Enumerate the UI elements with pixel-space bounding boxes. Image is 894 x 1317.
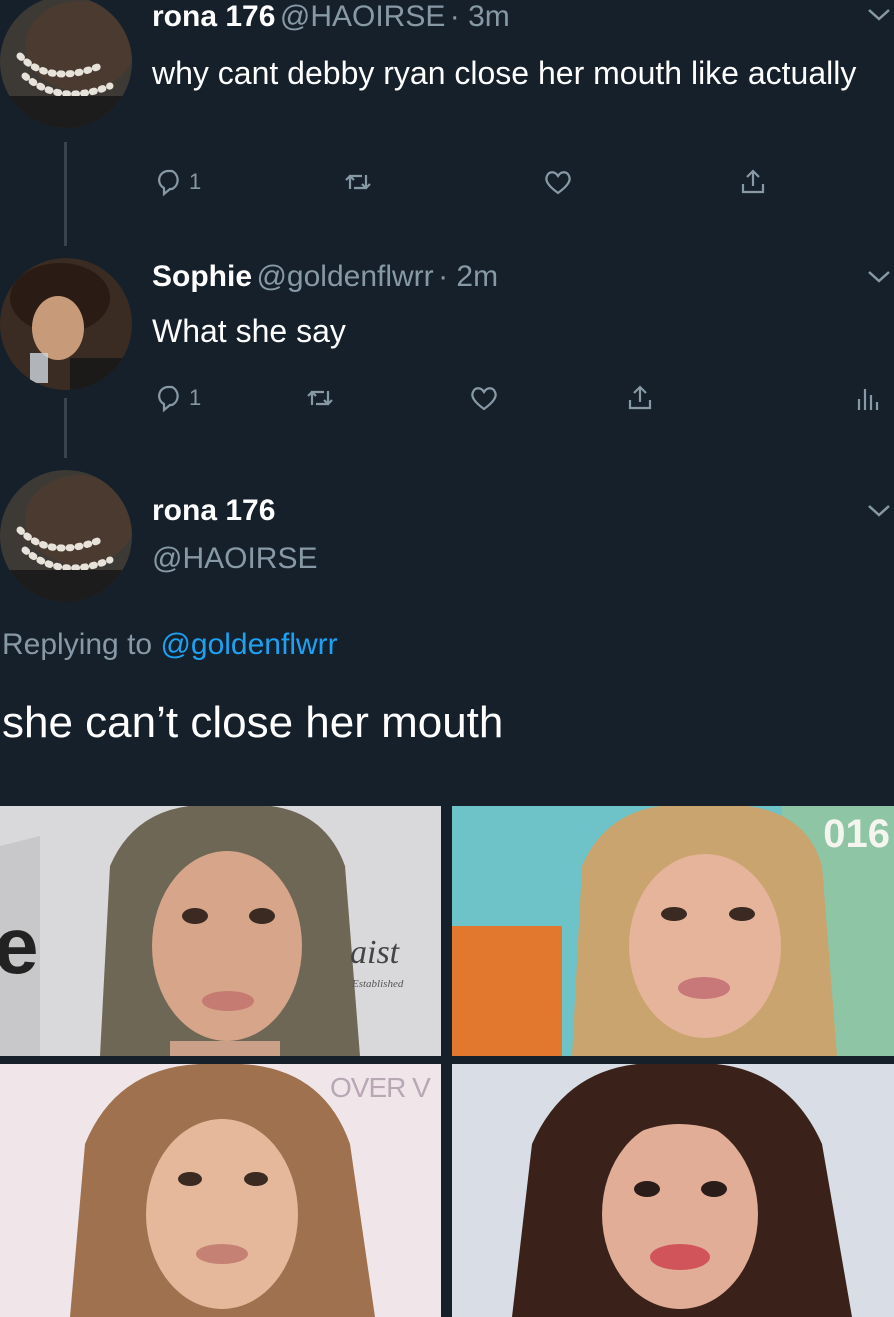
like-button[interactable] xyxy=(469,383,499,413)
thread-line xyxy=(64,142,67,246)
share-button[interactable] xyxy=(738,167,768,197)
chevron-down-icon[interactable] xyxy=(866,266,892,286)
replying-handle-link[interactable]: @goldenflwrr xyxy=(160,628,337,661)
photo-year-text: 016 xyxy=(823,812,890,856)
like-icon xyxy=(545,171,571,195)
reply-button[interactable]: 1 xyxy=(155,383,201,413)
retweet-button[interactable] xyxy=(343,167,373,197)
author-handle[interactable]: @goldenflwrr xyxy=(256,260,433,293)
tweet-actions: 1 xyxy=(155,383,885,423)
chevron-down-icon[interactable] xyxy=(866,4,892,24)
author-name[interactable]: Sophie xyxy=(152,260,252,293)
photo-bottom-right[interactable] xyxy=(452,1064,894,1317)
photo-edge-text: e xyxy=(0,901,39,990)
avatar[interactable] xyxy=(0,0,132,128)
reply-icon xyxy=(158,385,179,413)
like-button[interactable] xyxy=(543,167,573,197)
tweet-time: · 3m xyxy=(449,0,510,33)
avatar[interactable] xyxy=(0,470,132,602)
retweet-icon xyxy=(345,174,371,190)
reply-icon xyxy=(158,169,179,197)
retweet-icon xyxy=(307,390,333,406)
like-icon xyxy=(471,387,497,411)
reply-count: 1 xyxy=(189,385,202,410)
tweet-actions: 1 xyxy=(155,167,855,207)
replying-to: Replying to @goldenflwrr xyxy=(2,628,338,662)
photo-sign-small-text: Established xyxy=(352,978,404,990)
photo-bottom-left[interactable]: OVER V xyxy=(0,1064,441,1317)
tweet-text: What she say xyxy=(152,313,346,349)
author-name[interactable]: rona 176 xyxy=(152,0,275,33)
photo-top-left[interactable]: aist Established e xyxy=(0,806,441,1056)
photo-sign-text: OVER V xyxy=(330,1072,431,1103)
retweet-button[interactable] xyxy=(305,383,335,413)
thread-line xyxy=(64,398,67,458)
share-button[interactable] xyxy=(625,383,655,413)
photo-top-right[interactable]: 016 xyxy=(452,806,894,1056)
tweet-text: why cant debby ryan close her mouth like… xyxy=(152,55,857,91)
photo-sign-text: aist xyxy=(350,934,400,971)
share-icon xyxy=(628,385,652,410)
focused-tweet-text: she can’t close her mouth xyxy=(2,698,504,747)
chevron-down-icon[interactable] xyxy=(866,500,892,520)
author-handle[interactable]: @HAOIRSE xyxy=(152,542,317,576)
replying-prefix: Replying to xyxy=(2,628,153,661)
tweet-time: · 2m xyxy=(438,260,499,293)
avatar[interactable] xyxy=(0,258,132,390)
reply-count: 1 xyxy=(189,169,202,194)
analytics-icon xyxy=(857,389,879,410)
analytics-button[interactable] xyxy=(853,383,883,413)
author-name[interactable]: rona 176 xyxy=(152,494,275,528)
reply-button[interactable]: 1 xyxy=(155,167,201,197)
author-handle[interactable]: @HAOIRSE xyxy=(280,0,445,33)
share-icon xyxy=(741,169,765,194)
